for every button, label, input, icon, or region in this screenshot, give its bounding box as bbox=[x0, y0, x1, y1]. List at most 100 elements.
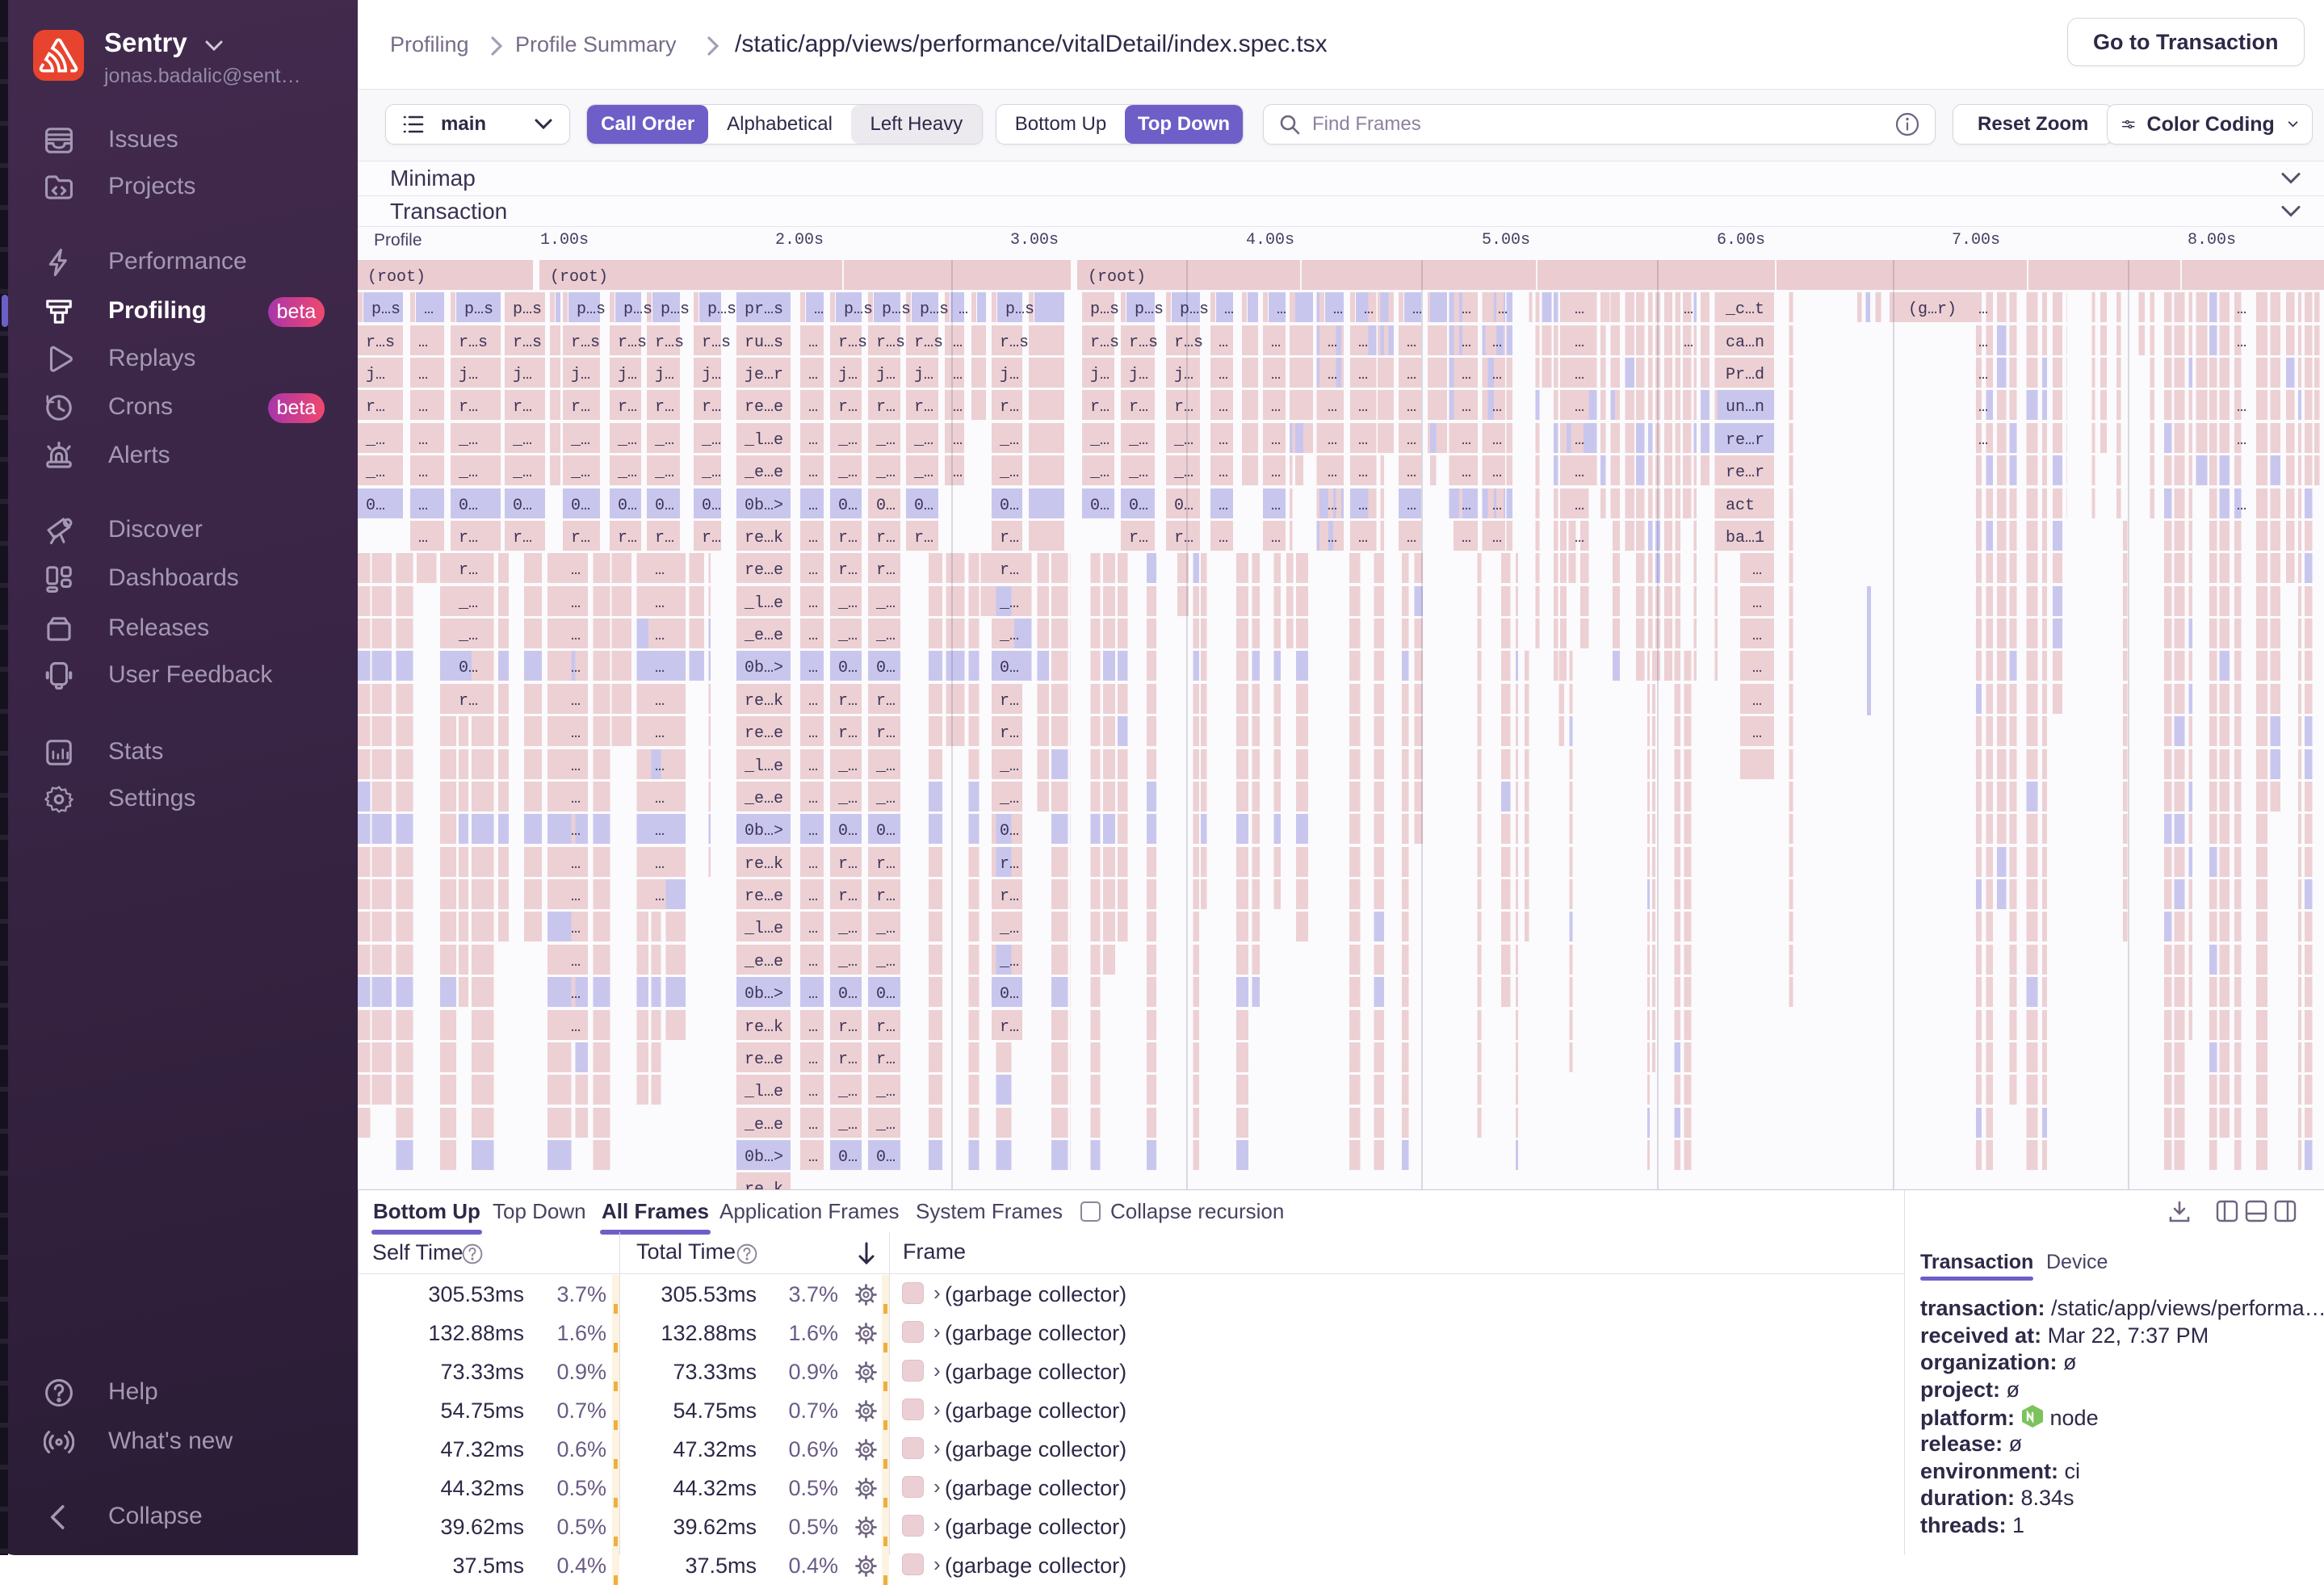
svg-text:r…s: r…s bbox=[1090, 333, 1119, 352]
svg-text:_…: _… bbox=[875, 953, 896, 971]
svg-text:r…: r… bbox=[618, 398, 637, 417]
svg-text:_…: _… bbox=[1128, 431, 1148, 450]
svg-text:…: … bbox=[1492, 529, 1502, 547]
svg-text:r…: r… bbox=[655, 398, 674, 417]
svg-text:…: … bbox=[655, 724, 665, 743]
svg-text:0…: 0… bbox=[876, 659, 896, 677]
svg-text:r…: r… bbox=[702, 529, 721, 547]
svg-text:0…: 0… bbox=[876, 1148, 896, 1167]
svg-text:…: … bbox=[1271, 529, 1281, 547]
svg-text:_…: _… bbox=[875, 431, 896, 450]
svg-text:…: … bbox=[808, 497, 818, 515]
svg-text:_l…e: _l…e bbox=[744, 920, 783, 938]
svg-text:…: … bbox=[571, 627, 581, 645]
svg-text:…: … bbox=[418, 497, 428, 515]
svg-text:_…: _… bbox=[999, 953, 1019, 971]
svg-text:j…: j… bbox=[876, 366, 896, 384]
svg-text:…: … bbox=[571, 692, 581, 711]
svg-text:j…: j… bbox=[366, 366, 385, 384]
svg-text:_…: _… bbox=[365, 463, 385, 482]
svg-text:…: … bbox=[1328, 398, 1337, 417]
svg-text:…: … bbox=[1358, 529, 1368, 547]
svg-text:…: … bbox=[1364, 300, 1374, 319]
svg-text:0…: 0… bbox=[838, 659, 858, 677]
svg-text:…: … bbox=[808, 855, 818, 874]
svg-text:0…: 0… bbox=[914, 497, 933, 515]
svg-text:0…: 0… bbox=[618, 497, 637, 515]
svg-text:…: … bbox=[655, 692, 665, 711]
svg-text:…: … bbox=[1358, 366, 1368, 384]
svg-text:r…: r… bbox=[1000, 887, 1019, 906]
svg-text:…: … bbox=[571, 887, 581, 906]
svg-text:r…: r… bbox=[876, 561, 896, 580]
svg-text:0…: 0… bbox=[702, 497, 721, 515]
svg-text:…: … bbox=[1407, 333, 1416, 352]
svg-text:r…: r… bbox=[1174, 529, 1193, 547]
svg-text:r…: r… bbox=[1129, 529, 1148, 547]
svg-text:r…: r… bbox=[459, 692, 478, 711]
svg-text:r…: r… bbox=[838, 529, 858, 547]
svg-text:j…: j… bbox=[914, 366, 933, 384]
svg-text:…: … bbox=[1462, 333, 1471, 352]
svg-text:…: … bbox=[1407, 497, 1416, 515]
svg-text:j…: j… bbox=[459, 366, 478, 384]
svg-text:…: … bbox=[953, 366, 963, 384]
svg-text:…: … bbox=[808, 398, 818, 417]
svg-text:…: … bbox=[424, 300, 434, 319]
svg-text:_…: _… bbox=[999, 920, 1019, 938]
svg-text:_…: _… bbox=[837, 431, 858, 450]
svg-text:…: … bbox=[1219, 366, 1228, 384]
svg-text:…: … bbox=[571, 920, 581, 938]
svg-text:r…: r… bbox=[459, 529, 478, 547]
svg-text:_l…e: _l…e bbox=[744, 757, 783, 776]
svg-text:r…: r… bbox=[1090, 398, 1110, 417]
svg-text:…: … bbox=[959, 300, 968, 319]
svg-text:…: … bbox=[1575, 529, 1584, 547]
svg-text:_…: _… bbox=[875, 463, 896, 482]
svg-text:…: … bbox=[1407, 398, 1416, 417]
svg-text:p…s: p…s bbox=[577, 300, 606, 319]
svg-text:r…: r… bbox=[1000, 1018, 1019, 1037]
svg-text:_c…t: _c…t bbox=[1725, 300, 1764, 319]
svg-text:…: … bbox=[1752, 561, 1762, 580]
svg-text:j…: j… bbox=[513, 366, 532, 384]
svg-text:…: … bbox=[808, 1116, 818, 1134]
svg-text:j…: j… bbox=[838, 366, 858, 384]
svg-text:r…: r… bbox=[914, 529, 933, 547]
svg-text:…: … bbox=[2237, 333, 2246, 352]
svg-text:_…: _… bbox=[1173, 431, 1193, 450]
svg-text:r…: r… bbox=[876, 398, 896, 417]
svg-text:…: … bbox=[1219, 529, 1228, 547]
svg-text:0…: 0… bbox=[838, 1148, 858, 1167]
svg-text:_…: _… bbox=[875, 627, 896, 645]
svg-text:…: … bbox=[808, 1083, 818, 1101]
svg-text:…: … bbox=[571, 561, 581, 580]
svg-text:p…s: p…s bbox=[623, 300, 652, 319]
svg-text:…: … bbox=[1224, 300, 1234, 319]
svg-text:_…: _… bbox=[837, 627, 858, 645]
svg-text:…: … bbox=[655, 561, 665, 580]
svg-text:…: … bbox=[1271, 366, 1281, 384]
svg-text:_…: _… bbox=[837, 953, 858, 971]
svg-text:r…: r… bbox=[838, 855, 858, 874]
svg-text:0…: 0… bbox=[1000, 985, 1019, 1004]
svg-text:…: … bbox=[1358, 333, 1368, 352]
svg-text:r…: r… bbox=[513, 398, 532, 417]
svg-text:r…: r… bbox=[838, 887, 858, 906]
svg-text:…: … bbox=[814, 300, 824, 319]
svg-text:_…: _… bbox=[458, 431, 478, 450]
svg-text:_…: _… bbox=[1089, 463, 1110, 482]
svg-text:j…: j… bbox=[655, 366, 674, 384]
svg-text:…: … bbox=[1277, 300, 1286, 319]
svg-text:…: … bbox=[571, 790, 581, 808]
svg-text:0…: 0… bbox=[876, 822, 896, 841]
svg-text:…: … bbox=[571, 594, 581, 613]
svg-text:p…s: p…s bbox=[707, 300, 736, 319]
svg-text:r…: r… bbox=[838, 398, 858, 417]
svg-text:…: … bbox=[1575, 497, 1584, 515]
svg-text:…: … bbox=[655, 855, 665, 874]
svg-text:…: … bbox=[1492, 463, 1502, 482]
svg-text:…: … bbox=[571, 985, 581, 1004]
svg-text:re…k: re…k bbox=[745, 1018, 783, 1037]
svg-text:r…s: r…s bbox=[618, 333, 647, 352]
